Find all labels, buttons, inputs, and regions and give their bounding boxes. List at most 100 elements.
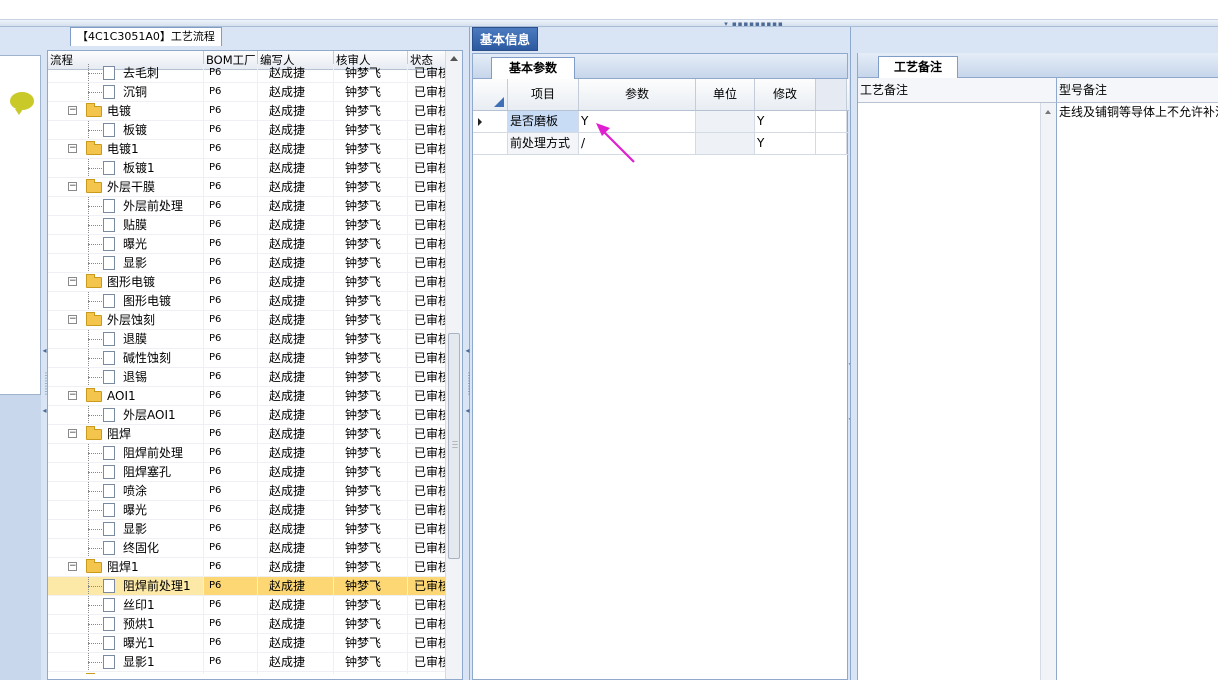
tree-node[interactable]: 贴膜 bbox=[48, 216, 204, 234]
cell-modify[interactable]: Y bbox=[755, 111, 816, 132]
tree-row[interactable]: 预烘1 P6赵成捷钟梦飞已审核 bbox=[48, 615, 446, 634]
tree-node[interactable]: 板镀 bbox=[48, 121, 204, 139]
chat-bubble-icon[interactable] bbox=[10, 92, 34, 115]
row-indicator[interactable] bbox=[473, 133, 508, 154]
tree-node[interactable]: 喷涂 bbox=[48, 482, 204, 500]
horizontal-splitter[interactable] bbox=[0, 20, 1218, 27]
expand-collapse-icon[interactable]: − bbox=[68, 277, 77, 286]
tree-row[interactable]: 退锡 P6赵成捷钟梦飞已审核 bbox=[48, 368, 446, 387]
tree-row[interactable]: − 图形电镀 P6赵成捷钟梦飞已审核 bbox=[48, 273, 446, 292]
tree-row[interactable]: 终固化 P6赵成捷钟梦飞已审核 bbox=[48, 539, 446, 558]
cell-modify[interactable]: Y bbox=[755, 133, 816, 154]
grid-corner[interactable] bbox=[473, 79, 508, 110]
tree-node[interactable]: 退锡 bbox=[48, 368, 204, 386]
tree-row[interactable]: − 阻焊 P6赵成捷钟梦飞已审核 bbox=[48, 425, 446, 444]
tab-basic-params[interactable]: 基本参数 bbox=[491, 57, 575, 79]
tree-node[interactable]: 显影 bbox=[48, 520, 204, 538]
tree-node[interactable]: 终固化 bbox=[48, 539, 204, 557]
tree-node[interactable]: 外层AOI1 bbox=[48, 406, 204, 424]
tree-node[interactable]: 丝印1 bbox=[48, 596, 204, 614]
cell-item[interactable]: 是否磨板 bbox=[508, 111, 579, 132]
tab-process-notes[interactable]: 工艺备注 bbox=[878, 56, 958, 78]
row-indicator[interactable] bbox=[473, 111, 508, 132]
tree-row[interactable]: 显影 P6赵成捷钟梦飞已审核 bbox=[48, 520, 446, 539]
tree-row[interactable]: 退膜 P6赵成捷钟梦飞已审核 bbox=[48, 330, 446, 349]
expand-collapse-icon[interactable]: − bbox=[68, 106, 77, 115]
tree-node[interactable]: − 电镀 bbox=[48, 102, 204, 120]
tree-node[interactable]: 外层前处理 bbox=[48, 197, 204, 215]
tree-row[interactable]: − 外层蚀刻 P6赵成捷钟梦飞已审核 bbox=[48, 311, 446, 330]
process-flow-title-tab[interactable]: 【4C1C3051A0】工艺流程 bbox=[70, 27, 222, 46]
tree-row[interactable]: − 外层干膜 P6赵成捷钟梦飞已审核 bbox=[48, 178, 446, 197]
tree-row[interactable]: 阻焊前处理1 P6赵成捷钟梦飞已审核 bbox=[48, 577, 446, 596]
tree-row[interactable]: 沉铜 P6赵成捷钟梦飞已审核 bbox=[48, 83, 446, 102]
tree-row[interactable]: 碱性蚀刻 P6赵成捷钟梦飞已审核 bbox=[48, 349, 446, 368]
tree-row[interactable]: 外层AOI1 P6赵成捷钟梦飞已审核 bbox=[48, 406, 446, 425]
scroll-thumb[interactable]: — — — bbox=[448, 333, 460, 559]
tree-node[interactable]: 去毛刺 bbox=[48, 64, 204, 82]
tree-node[interactable]: 图形电镀 bbox=[48, 292, 204, 310]
tree-row[interactable]: 丝印1 P6赵成捷钟梦飞已审核 bbox=[48, 596, 446, 615]
grid-row[interactable]: 是否磨板 Y Y bbox=[473, 111, 849, 133]
col-header-process-notes[interactable]: 工艺备注 bbox=[858, 78, 1056, 103]
tree-node[interactable]: − 外层干膜 bbox=[48, 178, 204, 196]
tree-node[interactable]: −字符 bbox=[48, 672, 204, 674]
tree-node[interactable]: 碱性蚀刻 bbox=[48, 349, 204, 367]
tree-node[interactable]: − AOI1 bbox=[48, 387, 204, 405]
expand-collapse-icon[interactable]: − bbox=[68, 315, 77, 324]
expand-collapse-icon[interactable]: − bbox=[68, 391, 77, 400]
tree-row[interactable]: 阻焊前处理 P6赵成捷钟梦飞已审核 bbox=[48, 444, 446, 463]
tree-row[interactable]: 曝光1 P6赵成捷钟梦飞已审核 bbox=[48, 634, 446, 653]
expand-collapse-icon[interactable]: − bbox=[68, 182, 77, 191]
expand-collapse-icon[interactable]: − bbox=[68, 429, 77, 438]
col-header-modify[interactable]: 修改 bbox=[755, 79, 816, 110]
tree-node[interactable]: − 阻焊 bbox=[48, 425, 204, 443]
tree-node[interactable]: 曝光 bbox=[48, 235, 204, 253]
tree-row[interactable]: 喷涂 P6赵成捷钟梦飞已审核 bbox=[48, 482, 446, 501]
tree-row[interactable]: 显影1 P6赵成捷钟梦飞已审核 bbox=[48, 653, 446, 672]
tree-node[interactable]: − 外层蚀刻 bbox=[48, 311, 204, 329]
model-notes-text[interactable]: 走线及铺铜等导体上不允许补油 bbox=[1056, 103, 1218, 680]
tree-node[interactable]: 显影1 bbox=[48, 653, 204, 671]
notes-scrollbar[interactable] bbox=[1040, 103, 1056, 680]
cell-item[interactable]: 前处理方式 bbox=[508, 133, 579, 154]
tree-node[interactable]: 显影 bbox=[48, 254, 204, 272]
tree-row[interactable]: 阻焊塞孔 P6赵成捷钟梦飞已审核 bbox=[48, 463, 446, 482]
tree-node[interactable]: 阻焊塞孔 bbox=[48, 463, 204, 481]
tree-node[interactable]: 退膜 bbox=[48, 330, 204, 348]
tree-node[interactable]: 阻焊前处理 bbox=[48, 444, 204, 462]
tree-node[interactable]: 阻焊前处理1 bbox=[48, 577, 204, 595]
tree-node[interactable]: − 阻焊1 bbox=[48, 558, 204, 576]
tree-row[interactable]: 去毛刺 P6赵成捷钟梦飞已审核 bbox=[48, 64, 446, 83]
cell-unit[interactable] bbox=[696, 111, 755, 132]
tree-row[interactable]: 板镀1 P6赵成捷钟梦飞已审核 bbox=[48, 159, 446, 178]
tree-row[interactable]: 贴膜 P6赵成捷钟梦飞已审核 bbox=[48, 216, 446, 235]
tree-row[interactable]: −字符P6赵成捷钟梦飞已审核 bbox=[48, 672, 446, 674]
tree-row[interactable]: 板镀 P6赵成捷钟梦飞已审核 bbox=[48, 121, 446, 140]
tree-row[interactable]: − 电镀 P6赵成捷钟梦飞已审核 bbox=[48, 102, 446, 121]
tree-row[interactable]: − 电镀1 P6赵成捷钟梦飞已审核 bbox=[48, 140, 446, 159]
col-header-unit[interactable]: 单位 bbox=[696, 79, 755, 110]
expand-collapse-icon[interactable]: − bbox=[68, 144, 77, 153]
scroll-up-icon[interactable] bbox=[450, 56, 458, 61]
scroll-up-icon[interactable] bbox=[1045, 110, 1051, 114]
tree-node[interactable]: 曝光 bbox=[48, 501, 204, 519]
tree-node[interactable]: − 图形电镀 bbox=[48, 273, 204, 291]
col-header-model-notes[interactable]: 型号备注 bbox=[1056, 78, 1218, 103]
tab-basic-info[interactable]: 基本信息 bbox=[472, 27, 539, 51]
tree-row[interactable]: 图形电镀 P6赵成捷钟梦飞已审核 bbox=[48, 292, 446, 311]
expand-collapse-icon[interactable]: − bbox=[68, 562, 77, 571]
tree-node[interactable]: 曝光1 bbox=[48, 634, 204, 652]
cell-unit[interactable] bbox=[696, 133, 755, 154]
tree-row[interactable]: − AOI1 P6赵成捷钟梦飞已审核 bbox=[48, 387, 446, 406]
process-notes-textarea[interactable] bbox=[858, 103, 1040, 680]
tree-node[interactable]: − 电镀1 bbox=[48, 140, 204, 158]
tree-node[interactable]: 板镀1 bbox=[48, 159, 204, 177]
tree-row[interactable]: − 阻焊1 P6赵成捷钟梦飞已审核 bbox=[48, 558, 446, 577]
tree-row[interactable]: 曝光 P6赵成捷钟梦飞已审核 bbox=[48, 235, 446, 254]
col-header-item[interactable]: 项目 bbox=[508, 79, 579, 110]
tree-node[interactable]: 预烘1 bbox=[48, 615, 204, 633]
tree-scrollbar[interactable]: — — — bbox=[445, 51, 462, 679]
grid-row[interactable]: 前处理方式 / Y bbox=[473, 133, 849, 155]
tree-node[interactable]: 沉铜 bbox=[48, 83, 204, 101]
